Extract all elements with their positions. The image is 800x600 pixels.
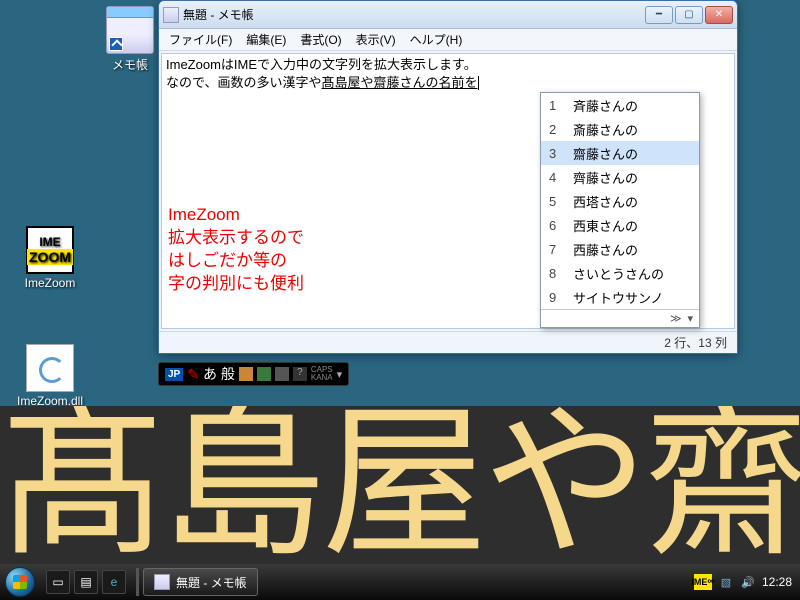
- ime-more-icon[interactable]: ≫: [670, 312, 682, 325]
- ime-tool-icon[interactable]: [239, 367, 253, 381]
- language-indicator[interactable]: JP: [165, 368, 183, 381]
- ime-pen-icon[interactable]: ✎: [187, 366, 199, 383]
- ime-candidate-4[interactable]: 4齊藤さんの: [541, 165, 699, 189]
- start-button[interactable]: [0, 564, 40, 600]
- ime-input-mode[interactable]: あ 般: [203, 364, 235, 384]
- ql-switch-windows[interactable]: ▤: [74, 570, 98, 594]
- ime-candidate-2[interactable]: 2斎藤さんの: [541, 117, 699, 141]
- editor-line2a: なので、画数の多い漢字や: [166, 75, 321, 90]
- statusbar: 2 行、13 列: [159, 331, 737, 353]
- text-cursor: [478, 76, 479, 90]
- taskbar-item-notepad[interactable]: 無題 - メモ帳: [143, 568, 258, 596]
- taskbar-separator: [136, 568, 139, 596]
- system-tray: IME∞ ▧ 🔊 12:28: [686, 574, 800, 590]
- minimize-button[interactable]: ━: [645, 6, 673, 24]
- close-button[interactable]: ✕: [705, 6, 733, 24]
- maximize-button[interactable]: ▢: [675, 6, 703, 24]
- ime-candidate-1[interactable]: 1斉藤さんの: [541, 93, 699, 117]
- editor-composition: 髙島屋や齋藤さんの名前を: [321, 75, 477, 90]
- ime-help-icon[interactable]: ?: [293, 367, 307, 381]
- menubar: ファイル(F) 編集(E) 書式(O) 表示(V) ヘルプ(H): [159, 29, 737, 51]
- dll-icon: [26, 344, 74, 392]
- ime-scroll-icon[interactable]: ▾: [687, 312, 693, 325]
- windows-orb-icon: [5, 567, 35, 597]
- editor-line1: ImeZoomはIMEで入力中の文字列を拡大表示します。: [166, 57, 477, 72]
- imezoom-icon: IMEZOOM: [26, 226, 74, 274]
- ime-candidate-6[interactable]: 6西東さんの: [541, 213, 699, 237]
- notepad-taskbar-icon: [154, 574, 170, 590]
- desktop-icon-imezoom[interactable]: IMEZOOM ImeZoom: [10, 226, 90, 290]
- langbar-options-icon[interactable]: ▾: [337, 368, 343, 381]
- tray-clock[interactable]: 12:28: [762, 575, 792, 589]
- tray-network-icon[interactable]: ▧: [718, 574, 734, 590]
- ime-candidate-8[interactable]: 8さいとうさんの: [541, 261, 699, 285]
- ql-show-desktop[interactable]: ▭: [46, 570, 70, 594]
- ime-candidate-5[interactable]: 5西塔さんの: [541, 189, 699, 213]
- ime-candidate-7[interactable]: 7西藤さんの: [541, 237, 699, 261]
- ime-pad-icon[interactable]: [275, 367, 289, 381]
- desktop-icon-dll[interactable]: ImeZoom.dll: [10, 344, 90, 408]
- tray-volume-icon[interactable]: 🔊: [740, 574, 756, 590]
- quick-launch: ▭ ▤ e: [40, 570, 132, 594]
- menu-format[interactable]: 書式(O): [294, 29, 347, 50]
- language-bar[interactable]: JP ✎ あ 般 ? CAPS KANA ▾: [158, 362, 349, 386]
- ime-caps-indicator: CAPS KANA: [311, 366, 333, 382]
- ime-candidate-popup: 1斉藤さんの 2斎藤さんの 3齋藤さんの 4齊藤さんの 5西塔さんの 6西東さん…: [540, 92, 700, 328]
- notepad-icon: [106, 6, 154, 54]
- menu-file[interactable]: ファイル(F): [163, 29, 238, 50]
- promo-overlay: ImeZoom 拡大表示するので はしごだか等の 字の判別にも便利: [168, 204, 304, 296]
- ime-candidate-3[interactable]: 3齋藤さんの: [541, 141, 699, 165]
- menu-view[interactable]: 表示(V): [350, 29, 402, 50]
- menu-help[interactable]: ヘルプ(H): [404, 29, 469, 50]
- notepad-titlebar-icon: [163, 7, 179, 23]
- ime-candidate-9[interactable]: 9サイトウサンノ: [541, 285, 699, 309]
- window-title: 無題 - メモ帳: [183, 6, 641, 23]
- ime-dict-icon[interactable]: [257, 367, 271, 381]
- taskbar: ▭ ▤ e 無題 - メモ帳 IME∞ ▧ 🔊 12:28: [0, 564, 800, 600]
- imezoom-overlay: 髙島屋や齋: [0, 406, 800, 564]
- desktop-icon-label: ImeZoom: [10, 276, 90, 290]
- status-position: 2 行、13 列: [664, 334, 727, 351]
- titlebar[interactable]: 無題 - メモ帳 ━ ▢ ✕: [159, 1, 737, 29]
- menu-edit[interactable]: 編集(E): [240, 29, 292, 50]
- ql-ie-icon[interactable]: e: [102, 570, 126, 594]
- tray-ime-icon[interactable]: IME∞: [694, 574, 712, 590]
